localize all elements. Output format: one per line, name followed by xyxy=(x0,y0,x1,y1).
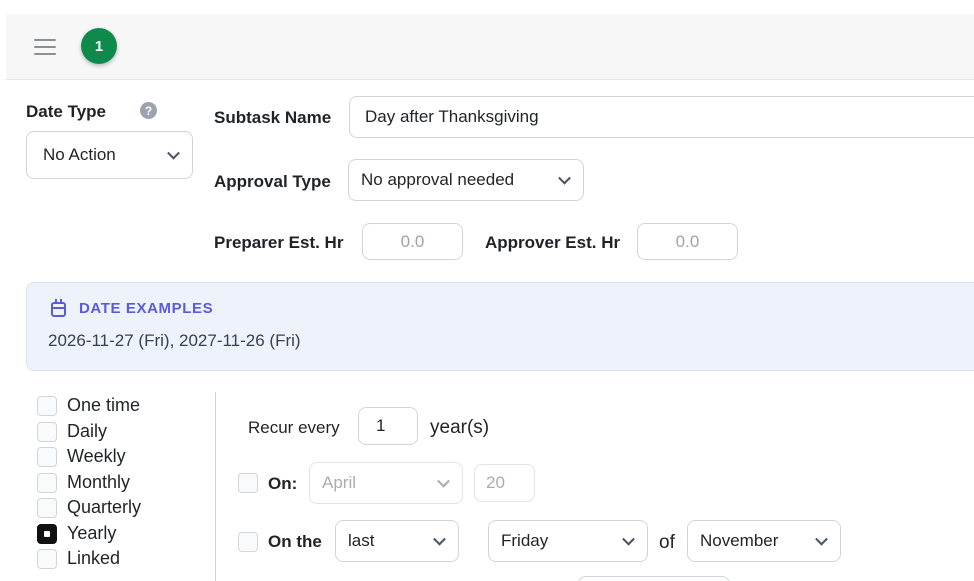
frequency-option-yearly[interactable]: Yearly xyxy=(37,523,116,544)
approval-type-label: Approval Type xyxy=(214,172,331,191)
recur-unit-label: year(s) xyxy=(430,417,490,438)
date-examples-text: 2026-11-27 (Fri), 2027-11-26 (Fri) xyxy=(48,331,301,350)
frequency-checkbox[interactable] xyxy=(37,421,57,442)
frequency-option-label: Yearly xyxy=(67,523,117,543)
month-select[interactable]: November xyxy=(687,520,841,562)
frequency-option-label: One time xyxy=(67,395,141,415)
subtask-name-input[interactable]: Day after Thanksgiving xyxy=(349,96,974,138)
of-label: of xyxy=(659,532,675,553)
frequency-option-label: Quarterly xyxy=(67,497,142,517)
frequency-option-label: Weekly xyxy=(67,446,126,466)
on-the-label: On the xyxy=(268,532,322,551)
subtask-name-value: Day after Thanksgiving xyxy=(365,107,539,126)
preparer-hours-input[interactable]: 0.0 xyxy=(362,223,463,260)
date-examples-title: DATE EXAMPLES xyxy=(79,300,214,317)
date-type-label: Date Type xyxy=(26,102,106,121)
ordinal-value: last xyxy=(348,531,375,550)
calendar-icon xyxy=(51,299,66,317)
frequency-option-label: Monthly xyxy=(67,472,131,492)
hamburger-menu-icon[interactable] xyxy=(34,39,56,55)
ordinal-select[interactable]: last xyxy=(335,520,459,562)
on-month-value: April xyxy=(322,473,357,492)
frequency-checkbox[interactable] xyxy=(37,497,57,518)
frequency-option-label: Daily xyxy=(67,421,108,441)
on-month-select[interactable]: April xyxy=(309,462,463,504)
approver-hours-label: Approver Est. Hr xyxy=(485,233,621,252)
frequency-option-monthly[interactable]: Monthly xyxy=(37,472,130,493)
frequency-option-weekly[interactable]: Weekly xyxy=(37,446,126,467)
date-type-select[interactable]: No Action xyxy=(26,131,193,179)
section-divider xyxy=(215,392,216,581)
next-row-select[interactable] xyxy=(578,576,730,581)
preparer-hours-label: Preparer Est. Hr xyxy=(214,233,344,252)
chevron-down-icon xyxy=(622,532,635,546)
top-bar: 1 xyxy=(6,14,974,80)
on-day-input[interactable]: 20 xyxy=(474,464,535,502)
frequency-checkbox[interactable] xyxy=(37,446,57,467)
frequency-option-linked[interactable]: Linked xyxy=(37,548,120,569)
on-day-value: 20 xyxy=(486,473,505,492)
approver-hours-placeholder: 0.0 xyxy=(675,231,700,251)
chevron-down-icon xyxy=(437,474,450,488)
chevron-down-icon xyxy=(167,146,180,160)
recur-every-label: Recur every xyxy=(248,418,340,437)
chevron-down-icon xyxy=(433,532,446,546)
on-the-checkbox-checked[interactable] xyxy=(238,532,258,552)
on-date-label: On: xyxy=(268,474,298,493)
frequency-option-quarterly[interactable]: Quarterly xyxy=(37,497,141,518)
on-date-checkbox[interactable] xyxy=(238,473,258,493)
approval-type-value: No approval needed xyxy=(361,170,515,189)
chevron-down-icon xyxy=(815,532,828,546)
help-icon[interactable]: ? xyxy=(140,102,157,119)
frequency-option-daily[interactable]: Daily xyxy=(37,421,107,442)
frequency-checkbox-checked[interactable] xyxy=(37,523,57,544)
approver-hours-input[interactable]: 0.0 xyxy=(637,223,738,260)
recur-every-value: 1 xyxy=(376,416,386,435)
weekday-select[interactable]: Friday xyxy=(488,520,648,562)
frequency-option-label: Linked xyxy=(67,548,121,568)
approval-type-select[interactable]: No approval needed xyxy=(348,159,584,201)
frequency-checkbox[interactable] xyxy=(37,548,57,569)
frequency-checkbox[interactable] xyxy=(37,472,57,493)
weekday-value: Friday xyxy=(501,531,549,550)
date-examples-panel: DATE EXAMPLES 2026-11-27 (Fri), 2027-11-… xyxy=(26,282,974,371)
notification-badge[interactable]: 1 xyxy=(81,28,117,64)
month-value: November xyxy=(700,531,779,550)
date-type-value: No Action xyxy=(43,145,116,164)
subtask-name-label: Subtask Name xyxy=(214,108,332,127)
preparer-hours-placeholder: 0.0 xyxy=(400,231,425,251)
frequency-checkbox[interactable] xyxy=(37,395,57,416)
frequency-option-one-time[interactable]: One time xyxy=(37,395,140,416)
recur-every-input[interactable]: 1 xyxy=(358,407,418,445)
chevron-down-icon xyxy=(558,171,571,185)
